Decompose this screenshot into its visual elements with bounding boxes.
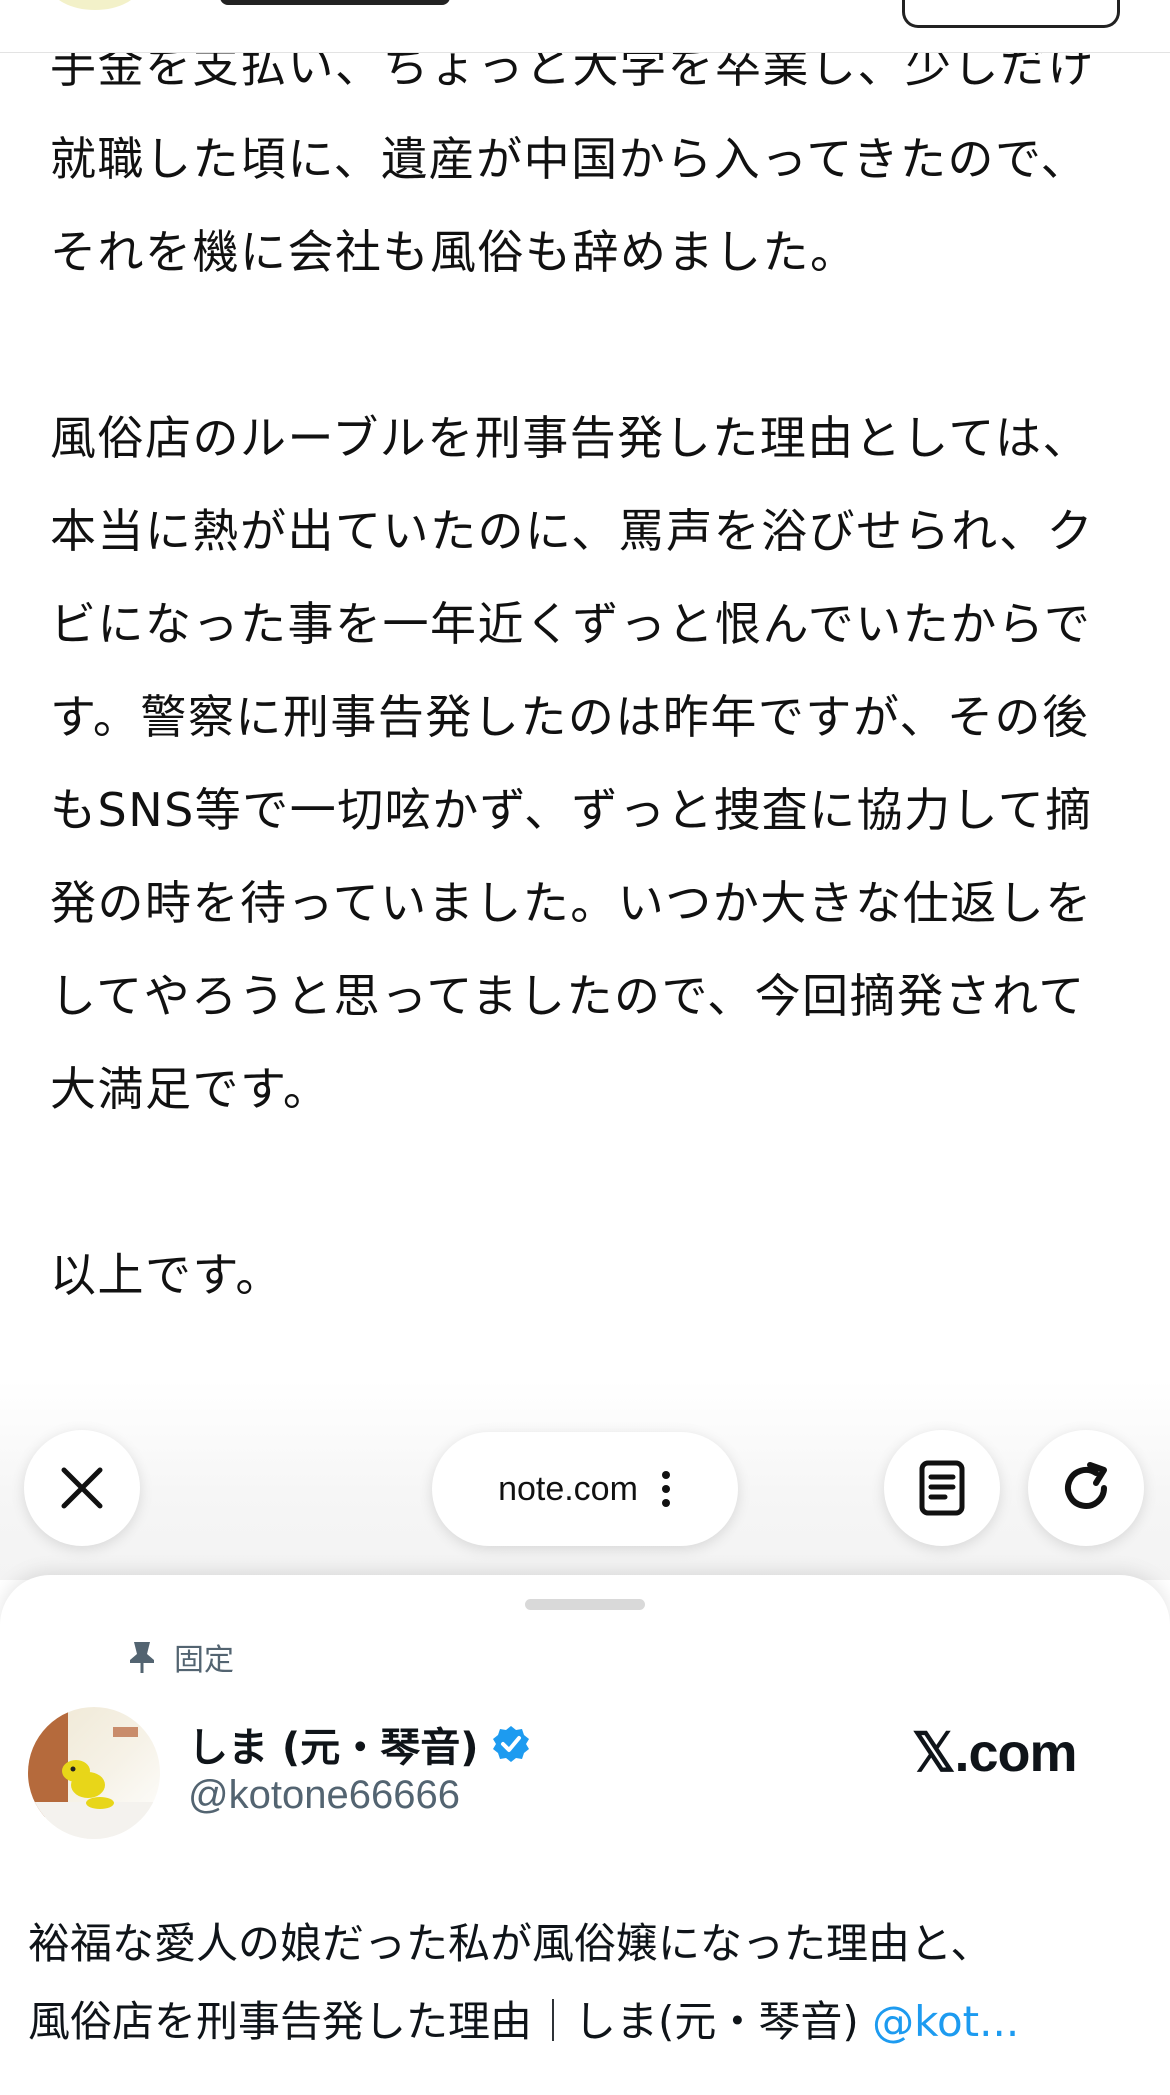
article-line: 以上です。: [50, 1248, 283, 1302]
url-bar[interactable]: note.com: [432, 1432, 738, 1546]
pinned-indicator: 固定: [128, 1635, 234, 1679]
article-line: 発の時を待っていました。いつか大きな仕返しを: [50, 876, 1093, 930]
article-line: してやろうと思ってましたので、今回摘発されて: [50, 969, 1086, 1023]
mention-link[interactable]: @kot...: [872, 1997, 1019, 2046]
article-line: 大満足です。: [50, 1062, 331, 1116]
article-line: ビになった事を一年近くずっと恨んでいたからで: [50, 597, 1092, 651]
avatar-image: [28, 1707, 160, 1839]
tweet-line: 裕福な愛人の娘だった私が風俗嬢になった理由と、: [28, 1919, 993, 1968]
tweet-text[interactable]: 裕福な愛人の娘だった私が風俗嬢になった理由と、 風俗店を刑事告発した理由｜しま(…: [28, 1905, 1148, 2061]
sheet-grabber[interactable]: [525, 1599, 645, 1610]
article-line: それを機に会社も風俗も辞めました。: [50, 225, 858, 279]
author-name: しま (元・琴音): [188, 1725, 479, 1771]
article-line: す。警察に刑事告発したのは昨年ですが、その後: [50, 690, 1090, 744]
x-logo[interactable]: 𝕏.com: [912, 1721, 1078, 1784]
top-header: [0, 0, 1170, 53]
browser-toolbar: note.com: [0, 1430, 1170, 1550]
link-preview-sheet[interactable]: 固定 しま (元・琴音) @kotone66666 𝕏.com 裕福な愛人の娘だ…: [0, 1575, 1170, 2095]
tweet-line: 風俗店を刑事告発した理由｜しま(元・琴音) @kot...: [28, 1983, 1148, 2061]
article-body: 手金を支払い、ちょっと大学を卒業し、少しだけ 就職した頃に、遺産が中国から入って…: [50, 20, 1130, 1322]
article-line: 就職した頃に、遺産が中国から入ってきたので、: [50, 132, 1089, 186]
follow-button[interactable]: [902, 0, 1120, 28]
tweet-title: 風俗店を刑事告発した理由｜しま(元・琴音): [28, 1997, 873, 2046]
reader-mode-icon: [919, 1460, 965, 1516]
verified-badge-icon: [492, 1726, 529, 1762]
article-line: 風俗店のルーブルを刑事告発した理由としては、: [50, 411, 1090, 465]
close-button[interactable]: [24, 1430, 140, 1546]
header-author-name: [220, 0, 450, 5]
reload-button[interactable]: [1028, 1430, 1144, 1546]
header-avatar: [50, 0, 140, 10]
author-handle: @kotone66666: [188, 1773, 460, 1817]
more-vertical-icon[interactable]: [660, 1469, 672, 1509]
reload-icon: [1065, 1462, 1107, 1509]
pin-icon: [130, 1642, 154, 1673]
article-line: 本当に熱が出ていたのに、罵声を浴びせられ、ク: [50, 504, 1095, 558]
avatar[interactable]: [28, 1707, 160, 1839]
url-text: note.com: [498, 1469, 638, 1508]
author-row: しま (元・琴音): [188, 1715, 531, 1773]
article-line: もSNS等で一切呟かず、ずっと捜査に協力して摘: [50, 783, 1093, 837]
pinned-label: 固定: [174, 1644, 234, 1677]
reader-mode-button[interactable]: [884, 1430, 1000, 1546]
close-icon: [61, 1467, 103, 1509]
